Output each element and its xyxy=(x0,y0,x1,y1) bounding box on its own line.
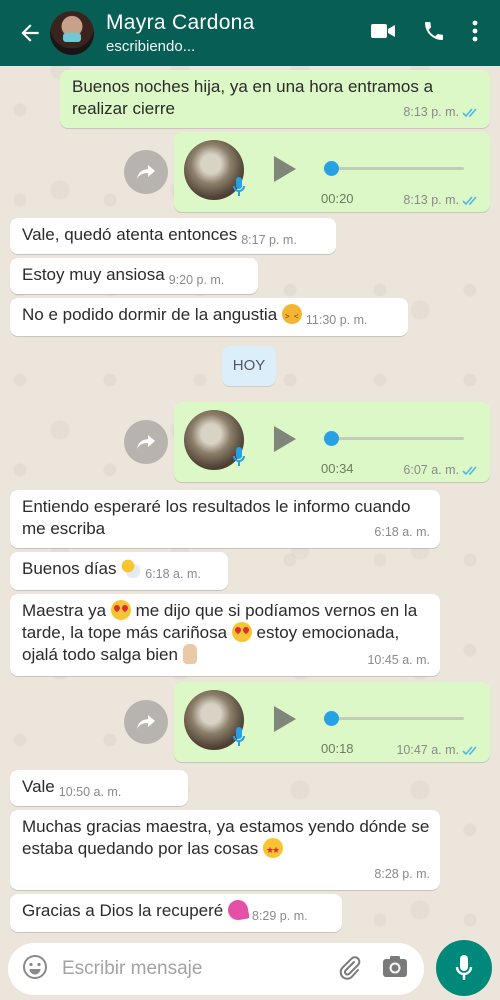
sun-behind-cloud-emoji-icon xyxy=(121,558,142,578)
message-text: No e podido dormir de la angustia xyxy=(22,305,278,324)
message-text: Entiendo esperaré los resultados le info… xyxy=(22,497,411,538)
contact-info[interactable]: Mayra Cardona escribiendo... xyxy=(106,11,370,55)
message-time: 6:18 a. m. xyxy=(145,567,201,581)
play-icon[interactable] xyxy=(272,154,298,184)
forward-icon[interactable] xyxy=(124,700,168,744)
message-text: Buenos días xyxy=(22,559,117,578)
crossed-fingers-emoji-icon xyxy=(182,644,197,664)
audio-scrubber-knob[interactable] xyxy=(324,431,339,446)
message-bubble-incoming[interactable]: Entiendo esperaré los resultados le info… xyxy=(10,490,440,548)
message-text: Vale xyxy=(22,777,55,796)
attach-paperclip-icon[interactable] xyxy=(336,954,362,985)
message-time: 10:45 a. m. xyxy=(367,653,430,667)
message-time: 8:13 p. m. xyxy=(403,105,459,119)
message-time: 6:18 a. m. xyxy=(374,525,430,539)
record-voice-button[interactable] xyxy=(436,940,492,996)
message-time: 10:50 a. m. xyxy=(58,785,122,799)
audio-progress-track[interactable] xyxy=(330,437,464,440)
message-bubble-incoming[interactable]: Estoy muy ansiosa 9:20 p. m. xyxy=(10,258,258,294)
message-time: 8:13 p. m. xyxy=(403,193,459,207)
message-bubble-incoming[interactable]: Vale 10:50 a. m. xyxy=(10,770,188,806)
voice-message[interactable]: 00:18 10:47 a. m. xyxy=(174,682,490,762)
message-time: 9:20 p. m. xyxy=(168,273,225,287)
message-time: 8:28 p. m. xyxy=(374,867,430,881)
voice-duration: 00:34 xyxy=(321,461,354,476)
read-double-check-icon xyxy=(462,465,477,475)
typing-status: escribiendo... xyxy=(106,38,196,55)
contact-avatar[interactable] xyxy=(50,11,94,55)
more-options-icon[interactable] xyxy=(472,20,478,47)
message-bubble-incoming[interactable]: Vale, quedó atenta entonces 8:17 p. m. xyxy=(10,218,336,254)
read-double-check-icon xyxy=(462,195,477,205)
message-text: Buenos noches hija, ya en una hora entra… xyxy=(72,77,434,118)
microphone-icon xyxy=(233,447,245,466)
voice-duration: 00:20 xyxy=(321,191,354,206)
message-bubble-incoming[interactable]: Buenos días 6:18 a. m. xyxy=(10,552,228,590)
message-time: 6:07 a. m. xyxy=(403,463,459,477)
message-bubble-incoming[interactable]: Muchas gracias maestra, ya estamos yendo… xyxy=(10,810,440,890)
video-call-icon[interactable] xyxy=(370,21,396,46)
message-bubble-incoming[interactable]: Gracias a Dios la recuperé 8:29 p. m. xyxy=(10,894,342,932)
read-double-check-icon xyxy=(462,107,477,117)
back-arrow-icon[interactable] xyxy=(12,0,48,66)
audio-progress-track[interactable] xyxy=(330,167,464,170)
audio-progress-track[interactable] xyxy=(330,717,464,720)
message-time: 11:30 p. m. xyxy=(305,313,368,327)
message-time: 8:29 p. m. xyxy=(252,909,308,923)
audio-scrubber-knob[interactable] xyxy=(324,161,339,176)
tired-face-emoji-icon xyxy=(281,304,302,328)
play-icon[interactable] xyxy=(272,704,298,734)
chat-header: Mayra Cardona escribiendo... xyxy=(0,0,500,66)
voice-call-icon[interactable] xyxy=(422,19,446,48)
read-double-check-icon xyxy=(462,745,477,755)
message-text: Gracias a Dios la recuperé xyxy=(22,901,224,920)
message-time: 8:17 p. m. xyxy=(241,233,297,247)
message-time: 10:47 a. m. xyxy=(396,743,459,757)
message-input[interactable]: Escribir mensaje xyxy=(62,958,336,980)
two-hearts-emoji-icon xyxy=(226,898,250,922)
audio-scrubber-knob[interactable] xyxy=(324,711,339,726)
voice-duration: 00:18 xyxy=(321,741,354,756)
emoji-icon[interactable] xyxy=(22,954,48,985)
forward-icon[interactable] xyxy=(124,420,168,464)
message-text: Vale, quedó atenta entonces xyxy=(22,225,238,244)
microphone-icon xyxy=(233,727,245,746)
message-bubble-outgoing[interactable]: Buenos noches hija, ya en una hora entra… xyxy=(60,70,490,128)
message-composer[interactable]: Escribir mensaje xyxy=(8,943,424,995)
message-bubble-incoming[interactable]: Maestra ya me dijo que si podíamos verno… xyxy=(10,594,440,676)
contact-name: Mayra Cardona xyxy=(106,11,255,34)
microphone-icon xyxy=(233,177,245,196)
camera-icon[interactable] xyxy=(382,955,408,984)
voice-message[interactable]: 00:20 8:13 p. m. xyxy=(174,132,490,212)
message-text: Muchas gracias maestra, ya estamos yendo… xyxy=(22,817,430,858)
heart-eyes-emoji-icon xyxy=(110,600,131,620)
message-text: Estoy muy ansiosa xyxy=(22,265,165,284)
day-separator: HOY xyxy=(222,346,276,386)
star-struck-emoji-icon xyxy=(263,838,284,861)
forward-icon[interactable] xyxy=(124,150,168,194)
microphone-icon xyxy=(455,955,473,980)
play-icon[interactable] xyxy=(272,424,298,454)
voice-message[interactable]: 00:34 6:07 a. m. xyxy=(174,402,490,482)
message-bubble-incoming[interactable]: No e podido dormir de la angustia 11:30 … xyxy=(10,298,408,336)
heart-eyes-emoji-icon xyxy=(231,622,252,642)
message-text: Maestra ya xyxy=(22,601,107,620)
